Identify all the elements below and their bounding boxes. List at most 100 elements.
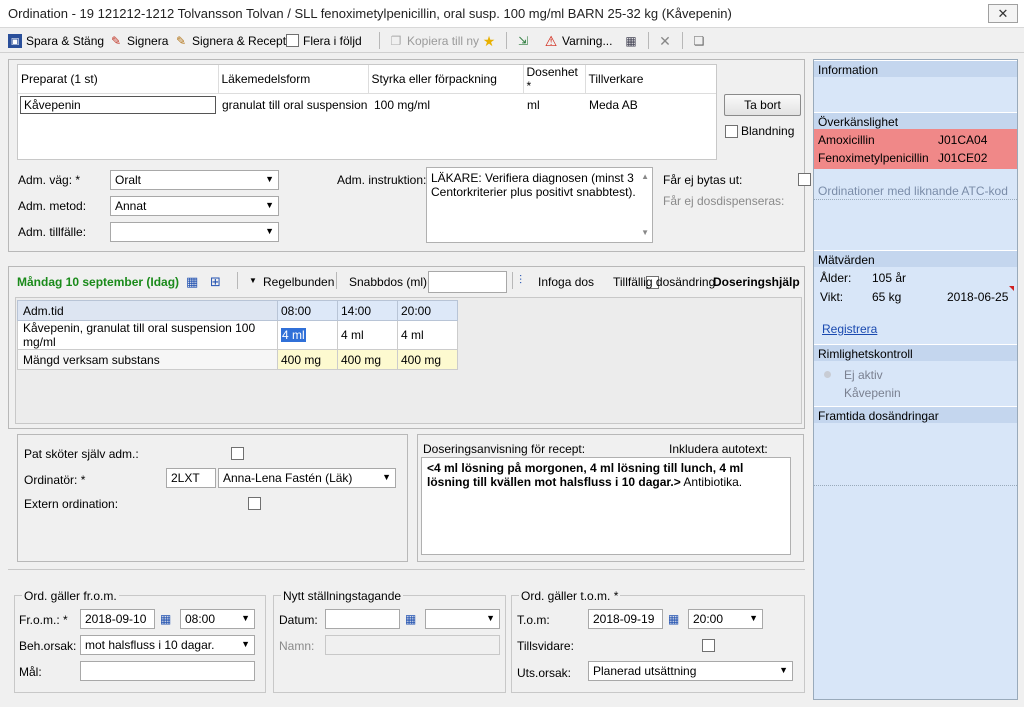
calendar-icon[interactable]: ▦ [405,612,416,626]
from-label: Fr.o.m.: * [19,613,68,627]
occasion-label: Adm. tillfälle: [18,225,87,239]
calculator-button[interactable]: ▦ [624,31,638,50]
table-cell: granulat till oral suspension [222,97,368,112]
prescriber-code-input[interactable]: 2LXT [166,468,216,488]
calendar-icon[interactable]: ▦ [668,612,679,626]
chevron-down-icon[interactable]: ▼ [249,276,257,285]
sign-recipe-icon: ✎ [175,33,187,48]
stop-reason-label: Uts.orsak: [517,666,572,680]
toolbar: ▣ Spara & Stäng ✎ Signera ✎ Signera & Re… [0,28,1024,53]
no-dosdisp-label: Får ej dosdispenseras: [663,194,785,208]
col-header: Styrka eller förpackning [367,65,523,94]
quick-dose-label: Snabbdos (ml): [349,275,431,289]
substance-cell: 400 mg [337,349,398,370]
position-date-input[interactable] [325,609,400,629]
to-date-input[interactable]: 2018-09-19 [588,609,663,629]
grid-header: Adm.tid [17,300,278,321]
quick-dose-input[interactable] [428,271,507,293]
save-close-button[interactable]: ▣ Spara & Stäng [8,31,104,50]
reason-select[interactable]: mot halsfluss i 10 dagar. ▼ [80,635,255,655]
cancel-button[interactable]: ✕ [658,31,672,50]
until-further-checkbox[interactable] [702,639,716,653]
calendar-icon[interactable]: ▦ [160,612,171,626]
temp-change-label: Tillfällig dosändring [613,275,716,289]
star-icon: ★ [482,32,496,49]
date-label: Datum: [279,613,318,627]
chevron-down-icon: ▼ [265,174,274,184]
table-row[interactable]: Kåvepenin granulat till oral suspension … [18,94,716,116]
warning-button[interactable]: ⚠ Varning... [544,31,613,50]
table-cell: 100 mg/ml [374,97,431,112]
dosing-grid: Adm.tid 08:00 14:00 20:00 Kåvepenin, gra… [17,300,458,370]
external-checkbox[interactable] [247,497,261,511]
occasion-select[interactable]: ▼ [110,222,279,242]
route-select[interactable]: Oralt ▼ [110,170,279,190]
position-time-select[interactable]: ▼ [425,609,500,629]
mode-label[interactable]: Regelbunden [263,275,334,289]
dose-cell[interactable]: 4 ml [337,320,398,350]
close-button[interactable]: ✕ [988,4,1018,23]
col-header: Tillverkare [584,65,716,94]
stop-reason-select[interactable]: Planerad utsättning ▼ [588,661,793,681]
multiple-checkbox[interactable]: Flera i följd [286,31,362,50]
calculator-icon: ▦ [625,33,637,48]
favorite-button[interactable]: ★ [482,31,496,50]
history-button[interactable]: ❏ [692,31,706,50]
col-header: Preparat (1 st) [21,72,98,86]
title-bar: Ordination - 19 121212-1212 Tolvansson T… [0,0,1024,28]
recipe-label: Doseringsanvisning för recept: [423,442,586,456]
external-label: Extern ordination: [24,497,119,511]
goal-label: Mål: [19,665,42,679]
recipe-textarea[interactable]: <4 ml lösning på morgonen, 4 ml lösning … [421,457,791,555]
preparation-name-cell[interactable]: Kåvepenin [20,95,216,114]
register-link[interactable]: Registrera [822,322,877,336]
table-cell: Meda AB [589,97,638,112]
insert-dose-button[interactable]: Infoga dos [538,275,594,289]
chevron-down-icon: ▼ [265,226,274,236]
col-header: Dosenhet * [522,65,585,94]
weight-value: 65 kg [872,290,902,304]
information-header[interactable]: Information [814,60,1017,77]
week-view-icon[interactable]: ⊞ [210,274,221,290]
divider [814,199,1017,200]
to-time-select[interactable]: 20:00 ▼ [688,609,763,629]
multiple-check[interactable] [286,34,299,47]
age-label: Ålder: [820,271,852,285]
self-admin-checkbox[interactable] [231,447,245,461]
remove-button[interactable]: Ta bort [724,94,801,116]
sign-recipe-button[interactable]: ✎ Signera & Recept [174,31,286,50]
from-date-input[interactable]: 2018-09-10 [80,609,155,629]
no-swap-checkbox[interactable] [798,173,812,187]
allergy-name: Fenoximetylpenicillin [818,151,929,165]
toolbar-separator [648,32,649,49]
chevron-down-icon: ▼ [382,472,391,482]
copy-button[interactable]: ❐ Kopiera till ny [389,31,479,50]
warning-icon: ⚠ [544,32,558,49]
method-select[interactable]: Annat ▼ [110,196,279,216]
dose-cell[interactable]: 4 ml [277,320,338,350]
goal-input[interactable] [80,661,255,681]
measures-header[interactable]: Mätvärden [814,250,1017,267]
name-input[interactable] [325,635,500,655]
instruction-textarea[interactable]: LÄKARE: Verifiera diagnosen (minst 3 Cen… [426,167,653,243]
table-row: Mängd verksam substans 400 mg 400 mg 400… [17,349,458,370]
toolbar-separator [506,32,507,49]
export-button[interactable]: ⇲ [516,31,530,50]
dose-cell[interactable]: 4 ml [397,320,458,350]
instruction-label: Adm. instruktion: [337,173,427,187]
prescriber-select[interactable]: Anna-Lena Fastén (Läk) ▼ [218,468,396,488]
scroll-up-icon[interactable]: ▲ [641,170,649,184]
sign-button[interactable]: ✎ Signera [109,31,168,50]
dosing-help-button[interactable]: Doseringshjälp [713,275,800,289]
mix-checkbox[interactable] [725,125,738,139]
autotext-label: Inkludera autotext: [669,442,768,456]
calendar-icon[interactable]: ▦ [186,274,198,290]
scroll-down-icon[interactable]: ▼ [641,226,649,240]
allergy-header[interactable]: Överkänslighet [814,112,1017,129]
dosing-date: Måndag 10 september (Idag) [17,275,180,289]
self-admin-label: Pat sköter själv adm.: [24,447,139,461]
from-time-select[interactable]: 08:00 ▼ [180,609,255,629]
future-header[interactable]: Framtida dosändringar [814,406,1017,423]
plausibility-header[interactable]: Rimlighetskontroll [814,344,1017,361]
weight-date: 2018-06-25 [947,290,1009,304]
